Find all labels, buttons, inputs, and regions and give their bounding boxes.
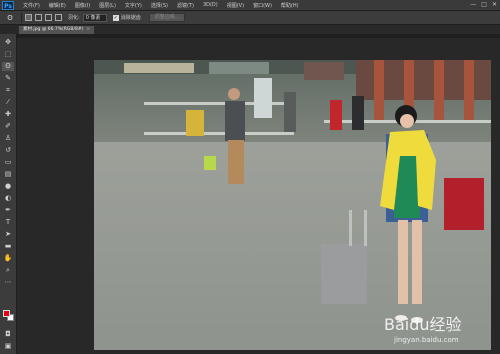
watermark-url: jingyan.baidu.com	[393, 336, 459, 344]
gradient-tool-icon[interactable]: ▤	[2, 170, 14, 179]
menu-image[interactable]: 图像(I)	[75, 2, 90, 9]
watermark-brand: Baidu经验	[384, 315, 462, 334]
photoshop-logo-icon: Ps	[2, 0, 14, 10]
menu-3d[interactable]: 3D(D)	[203, 2, 218, 8]
canvas-area[interactable]: Baidu经验 jingyan.baidu.com	[17, 34, 500, 354]
options-bar: ʘ 羽化: 0 像素 ✓ 消除锯齿 调整边缘...	[0, 11, 500, 25]
menu-view[interactable]: 视图(V)	[227, 2, 244, 9]
document-tab[interactable]: 素材.jpg @ 66.7%(RGB/8#) ×	[19, 26, 95, 34]
marquee-tool-icon[interactable]: ⬚	[2, 50, 14, 59]
close-button[interactable]: ✕	[492, 1, 497, 9]
healing-brush-tool-icon[interactable]: ✚	[2, 110, 14, 119]
intersect-selection-mode-icon[interactable]	[55, 14, 62, 21]
zoom-tool-icon[interactable]: ⌕	[2, 266, 14, 275]
canvas-top-strip	[17, 34, 500, 38]
refine-edge-button[interactable]: 调整边缘...	[148, 13, 186, 22]
menu-window[interactable]: 窗口(W)	[253, 2, 272, 9]
tools-panel: ✥ ⬚ ʘ ✎ ⌗ ⁄ ✚ ✐ ♙ ↺ ▭ ▤ ● ◐ ✒ T ➤ ▬ ✋ ⌕ …	[0, 34, 17, 354]
history-brush-tool-icon[interactable]: ↺	[2, 146, 14, 155]
clone-stamp-tool-icon[interactable]: ♙	[2, 134, 14, 143]
menu-select[interactable]: 选择(S)	[151, 2, 168, 9]
menu-bar: Ps 文件(F) 编辑(E) 图像(I) 图层(L) 文字(Y) 选择(S) 滤…	[0, 0, 500, 11]
move-tool-icon[interactable]: ✥	[2, 38, 14, 47]
maximize-button[interactable]: □	[481, 1, 487, 9]
shape-tool-icon[interactable]: ▬	[2, 242, 14, 251]
menu-help[interactable]: 帮助(H)	[281, 2, 299, 9]
new-selection-mode-icon[interactable]	[25, 14, 32, 21]
feather-input[interactable]: 0 像素	[82, 13, 107, 22]
eyedropper-tool-icon[interactable]: ⁄	[2, 98, 14, 107]
foreground-color-swatch[interactable]	[3, 310, 10, 317]
menu-layer[interactable]: 图层(L)	[99, 2, 116, 9]
crop-tool-icon[interactable]: ⌗	[2, 86, 14, 95]
subtract-from-selection-mode-icon[interactable]	[45, 14, 52, 21]
photoshop-window: Ps 文件(F) 编辑(E) 图像(I) 图层(L) 文字(Y) 选择(S) 滤…	[0, 0, 500, 354]
menu-file[interactable]: 文件(F)	[23, 2, 40, 9]
dodge-tool-icon[interactable]: ◐	[2, 194, 14, 203]
brush-tool-icon[interactable]: ✐	[2, 122, 14, 131]
minimize-button[interactable]: —	[470, 1, 476, 9]
document-tab-close-icon[interactable]: ×	[86, 27, 90, 32]
path-selection-tool-icon[interactable]: ➤	[2, 230, 14, 239]
station-photo: Baidu经验 jingyan.baidu.com	[94, 60, 491, 350]
options-separator	[21, 12, 22, 23]
add-to-selection-mode-icon[interactable]	[35, 14, 42, 21]
lasso-tool-icon[interactable]: ʘ	[2, 62, 14, 71]
document-tab-title: 素材.jpg @ 66.7%(RGB/8#)	[23, 27, 84, 32]
window-controls: — □ ✕	[470, 1, 497, 9]
menu-filter[interactable]: 滤镜(T)	[177, 2, 194, 9]
hand-tool-icon[interactable]: ✋	[2, 254, 14, 263]
eraser-tool-icon[interactable]: ▭	[2, 158, 14, 167]
antialias-checkbox[interactable]: ✓	[112, 14, 119, 21]
feather-label: 羽化:	[68, 15, 80, 21]
type-tool-icon[interactable]: T	[2, 218, 14, 227]
more-tools-icon[interactable]: ⋯	[2, 278, 14, 287]
document-image[interactable]: Baidu经验 jingyan.baidu.com	[94, 60, 491, 350]
antialias-label: 消除锯齿	[120, 15, 141, 21]
menu-edit[interactable]: 编辑(E)	[49, 2, 66, 9]
quick-mask-icon[interactable]: ◘	[2, 330, 14, 339]
pen-tool-icon[interactable]: ✒	[2, 206, 14, 215]
blur-tool-icon[interactable]: ●	[2, 182, 14, 191]
menu-type[interactable]: 文字(Y)	[125, 2, 142, 9]
quick-selection-tool-icon[interactable]: ✎	[2, 74, 14, 83]
screen-mode-icon[interactable]: ▣	[2, 342, 14, 351]
document-tab-bar: 素材.jpg @ 66.7%(RGB/8#) ×	[17, 25, 500, 34]
lasso-tool-preset-icon[interactable]: ʘ	[3, 13, 17, 23]
